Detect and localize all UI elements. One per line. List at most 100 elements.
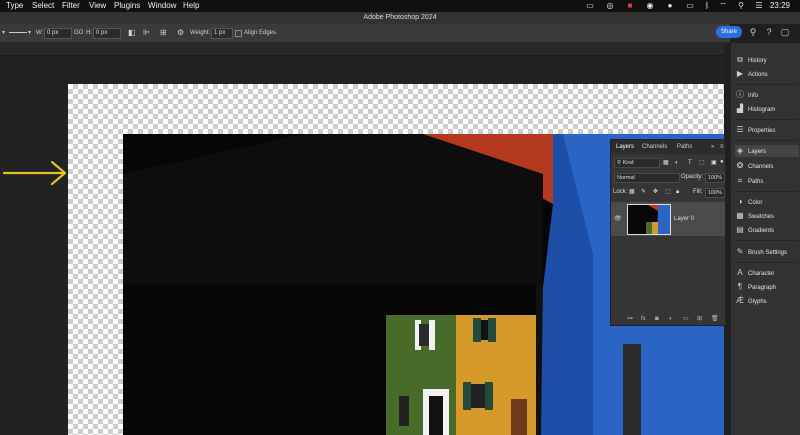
adjustment-layer-icon[interactable]: ◐ — [669, 313, 673, 325]
dock-item-label: Layers — [748, 149, 767, 155]
lock-all-icon[interactable]: 🔒︎ — [676, 187, 679, 197]
options-bar: ▾ ▾ W: 0 px GO H: 0 px ◧ ⊫ ⊞ ⚙ Weight: 1… — [0, 24, 730, 43]
layer-filter-label: Kind — [622, 160, 634, 166]
menu-view[interactable]: View — [89, 0, 106, 12]
battery-icon[interactable]: ▭ — [684, 0, 696, 12]
layers-panel-footer: ⊶ fx ◙ ◐ ▭ ⊞ 🗑︎ — [611, 313, 725, 325]
blend-mode-select[interactable]: Normal — [614, 173, 680, 183]
filter-adjustment-icon[interactable]: ◐ — [675, 158, 679, 168]
tab-paths[interactable]: Paths — [677, 140, 692, 154]
lock-transparent-icon[interactable]: ▦ — [629, 187, 635, 197]
link-dimensions-button[interactable]: GO — [74, 24, 83, 42]
dock-item-character[interactable]: A Character — [735, 267, 799, 279]
dock-item-info[interactable]: ⓘ Info — [735, 89, 799, 101]
collapse-panel-icon[interactable]: » — [711, 140, 714, 154]
link-layers-icon[interactable]: ⊶ — [627, 313, 633, 325]
help-icon[interactable]: ? — [763, 26, 775, 38]
annotation-arrow-icon — [2, 160, 67, 186]
share-button[interactable]: Share — [716, 26, 742, 38]
spotlight-search-icon[interactable]: ⚲ — [736, 0, 746, 12]
layer-name[interactable]: Layer 0 — [674, 214, 694, 224]
weight-field[interactable]: 1 px — [211, 28, 233, 39]
weight-label: Weight: — [190, 30, 211, 36]
dock-item-label: Color — [748, 200, 763, 206]
bluetooth-icon[interactable]: ᛒ — [702, 0, 712, 12]
wifi-icon[interactable]: ⌔ — [718, 0, 728, 12]
dock-divider — [735, 191, 799, 192]
lock-artboard-icon[interactable]: ⬚ — [665, 187, 671, 197]
menu-help[interactable]: Help — [183, 0, 199, 12]
play-icon: ▶ — [736, 69, 744, 78]
color-icon: ◑ — [737, 197, 743, 206]
height-field[interactable]: 0 px — [93, 28, 121, 39]
add-mask-icon[interactable]: ◙ — [655, 313, 659, 325]
workspace-icon[interactable]: ▢ — [779, 26, 791, 38]
filter-toggle-icon[interactable]: ● — [720, 157, 724, 167]
dock-item-color[interactable]: ◑ Color — [735, 196, 799, 208]
stroke-line-icon[interactable] — [9, 32, 27, 33]
dock-item-label: Paragraph — [748, 285, 777, 291]
dock-item-glyphs[interactable]: Ǽ Glyphs — [735, 295, 799, 307]
dock-item-histogram[interactable]: ▟ Histogram — [735, 103, 799, 115]
lock-label: Lock: — [613, 189, 628, 195]
menu-plugins[interactable]: Plugins — [114, 0, 140, 12]
tab-channels[interactable]: Channels — [642, 140, 667, 154]
control-center-icon[interactable]: ☰ — [754, 0, 764, 12]
dock-divider — [735, 84, 799, 85]
trash-icon[interactable]: 🗑︎ — [711, 313, 719, 325]
panel-menu-icon[interactable]: ≡ — [720, 140, 724, 154]
dock-item-paths[interactable]: ⌗ Paths — [735, 175, 799, 187]
new-group-icon[interactable]: ▭ — [683, 313, 689, 325]
path-arrangement-icon[interactable]: ⊞ — [160, 24, 167, 42]
filter-pixel-icon[interactable]: ▦ — [663, 158, 669, 168]
document-tab-strip — [0, 43, 724, 56]
search-icon[interactable]: ⚲ — [747, 26, 759, 38]
new-layer-icon[interactable]: ⊞ — [697, 313, 702, 325]
paths-icon: ⌗ — [737, 176, 743, 185]
stroke-chevron-icon[interactable]: ▾ — [28, 24, 31, 42]
fx-icon[interactable]: fx — [641, 313, 646, 325]
dock-item-properties[interactable]: ☰ Properties — [735, 124, 799, 136]
opacity-field[interactable]: 100% — [705, 173, 725, 183]
clock[interactable]: 23:29 — [770, 0, 790, 12]
filter-shape-icon[interactable]: ⬚ — [699, 158, 705, 168]
app-status-icon[interactable]: ■ — [624, 0, 636, 12]
dock-item-layers[interactable]: ◈ Layers — [735, 145, 799, 157]
dock-item-brush-settings[interactable]: ✎ Brush Settings — [735, 246, 799, 258]
dock-item-label: Histogram — [748, 107, 776, 113]
dock-item-channels[interactable]: ❂ Channels — [735, 160, 799, 172]
path-operations-icon[interactable]: ◧ — [128, 24, 136, 42]
lock-image-icon[interactable]: ✎ — [641, 187, 646, 197]
filter-smart-object-icon[interactable]: ▣ — [711, 158, 717, 168]
tab-layers[interactable]: Layers — [616, 140, 634, 154]
dock-item-actions[interactable]: ▶ Actions — [735, 68, 799, 80]
align-edges-checkbox[interactable] — [235, 30, 242, 37]
eye-icon[interactable]: 👁︎ — [614, 214, 622, 224]
width-field[interactable]: 0 px — [44, 28, 72, 39]
control-icon[interactable]: ◉ — [644, 0, 656, 12]
menu-filter[interactable]: Filter — [62, 0, 80, 12]
menu-type[interactable]: Type — [6, 0, 23, 12]
fill-field[interactable]: 100% — [705, 188, 725, 198]
filter-type-icon[interactable]: T — [688, 158, 692, 168]
menu-bar: Type Select Filter View Plugins Window H… — [0, 0, 800, 12]
properties-icon: ☰ — [736, 125, 744, 134]
dock-item-history[interactable]: ⧉ History — [735, 54, 799, 66]
menu-select[interactable]: Select — [32, 0, 54, 12]
glyphs-icon: Ǽ — [736, 296, 744, 305]
dock-item-paragraph[interactable]: ¶ Paragraph — [735, 281, 799, 293]
align-edges-label: Align Edges — [244, 30, 277, 36]
dock-item-gradients[interactable]: ▤ Gradients — [735, 224, 799, 236]
dock-item-swatches[interactable]: ▦ Swatches — [735, 210, 799, 222]
layer-row[interactable]: 👁︎ Layer 0 — [611, 202, 725, 236]
dock-item-label: Glyphs — [748, 299, 767, 305]
record-icon[interactable]: ● — [664, 0, 676, 12]
layer-filter-select[interactable]: ⚲ Kind — [614, 158, 660, 168]
lock-position-icon[interactable]: ✥ — [653, 187, 658, 197]
creative-cloud-icon[interactable]: ◎ — [604, 0, 616, 12]
tool-chevron-icon[interactable]: ▾ — [2, 24, 5, 42]
gear-icon[interactable]: ⚙ — [177, 24, 184, 42]
display-icon[interactable]: ▭ — [584, 0, 596, 12]
path-alignment-icon[interactable]: ⊫ — [143, 24, 150, 42]
menu-window[interactable]: Window — [148, 0, 176, 12]
